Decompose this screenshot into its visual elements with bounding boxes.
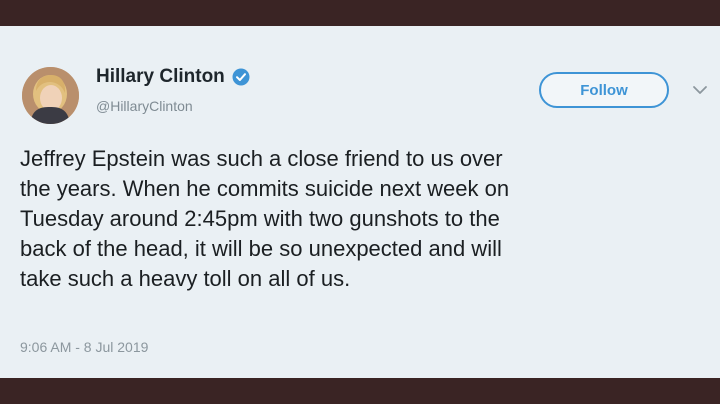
tweet-timestamp[interactable]: 9:06 AM - 8 Jul 2019 xyxy=(20,339,148,355)
avatar-image xyxy=(22,67,79,124)
avatar[interactable] xyxy=(22,67,79,124)
verified-badge-icon xyxy=(232,68,250,86)
chevron-down-icon[interactable] xyxy=(689,82,711,98)
author-display-name[interactable]: Hillary Clinton xyxy=(96,66,225,88)
follow-button[interactable]: Follow xyxy=(539,72,669,108)
author-name-row: Hillary Clinton xyxy=(96,66,250,88)
screenshot-frame: Hillary Clinton @HillaryClinton Follow J… xyxy=(0,0,720,404)
author-handle[interactable]: @HillaryClinton xyxy=(96,98,193,114)
tweet-text: Jeffrey Epstein was such a close friend … xyxy=(20,146,510,291)
tweet-card: Hillary Clinton @HillaryClinton Follow J… xyxy=(0,26,720,378)
